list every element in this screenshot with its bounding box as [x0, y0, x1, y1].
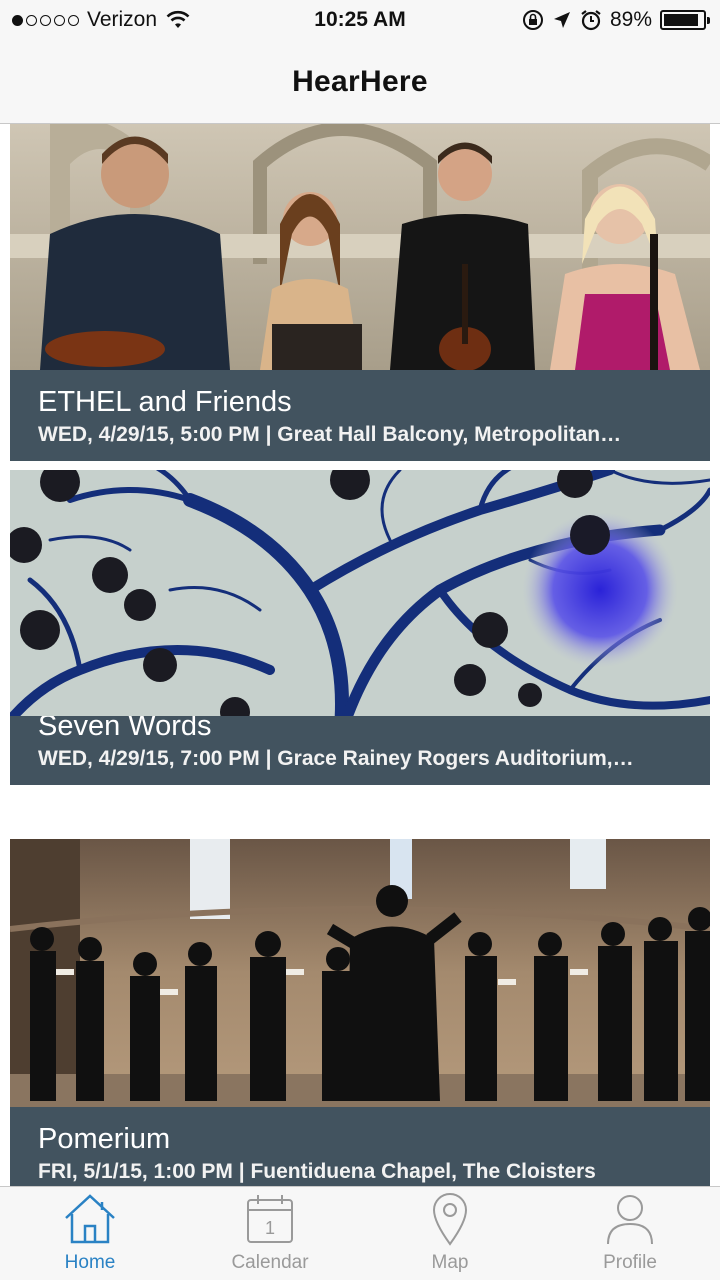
status-bar: Verizon 10:25 AM 89% [0, 0, 720, 40]
event-title: ETHEL and Friends [38, 386, 292, 418]
carrier-label: Verizon [87, 8, 158, 31]
person-icon [607, 1195, 653, 1245]
event-info[interactable]: ETHEL and Friends WED, 4/29/15, 5:00 PM … [10, 370, 710, 461]
tab-home[interactable]: Home [0, 1187, 180, 1280]
tab-label: Profile [603, 1252, 657, 1273]
event-subtitle: WED, 4/29/15, 5:00 PM | Great Hall Balco… [38, 423, 622, 446]
home-icon [65, 1194, 115, 1244]
event-photo[interactable] [10, 839, 710, 1107]
nav-bar: HearHere [0, 40, 720, 124]
alarm-icon [581, 10, 601, 31]
event-subtitle: WED, 4/29/15, 7:00 PM | Grace Rainey Rog… [38, 747, 634, 770]
page-title: HearHere [292, 64, 428, 98]
status-left: Verizon [12, 8, 191, 32]
tab-calendar[interactable]: 1 Calendar [180, 1187, 360, 1280]
event-card[interactable]: ETHEL and Friends WED, 4/29/15, 5:00 PM … [10, 124, 710, 461]
event-photo[interactable] [10, 470, 710, 716]
event-title: Pomerium [38, 1123, 171, 1155]
event-card[interactable]: Pomerium FRI, 5/1/15, 1:00 PM | Fuentidu… [10, 839, 710, 1186]
tab-profile[interactable]: Profile [540, 1187, 720, 1280]
tab-bar: Home 1 Calendar Map Profile [0, 1186, 720, 1280]
tab-label: Calendar [231, 1252, 309, 1273]
status-right: 89% [522, 8, 710, 32]
tab-label: Home [64, 1252, 116, 1273]
calendar-day: 1 [265, 1218, 275, 1238]
event-feed[interactable]: ETHEL and Friends WED, 4/29/15, 5:00 PM … [0, 124, 720, 1186]
location-arrow-icon [553, 12, 570, 28]
tab-label: Map [431, 1252, 469, 1273]
calendar-icon: 1 [247, 1195, 293, 1243]
battery-icon [660, 10, 710, 30]
battery-percent: 89% [609, 8, 652, 31]
signal-strength-icon [12, 14, 79, 26]
map-pin-icon [432, 1193, 468, 1246]
battery-fill [664, 14, 698, 26]
event-photo[interactable] [10, 124, 710, 370]
event-subtitle: FRI, 5/1/15, 1:00 PM | Fuentiduena Chape… [38, 1160, 596, 1183]
wifi-icon [166, 10, 190, 28]
rotation-lock-icon [522, 10, 543, 30]
event-info[interactable]: Pomerium FRI, 5/1/15, 1:00 PM | Fuentidu… [10, 1107, 710, 1186]
event-card[interactable]: Seven Words WED, 4/29/15, 7:00 PM | Grac… [10, 470, 710, 785]
tab-map[interactable]: Map [360, 1187, 540, 1280]
